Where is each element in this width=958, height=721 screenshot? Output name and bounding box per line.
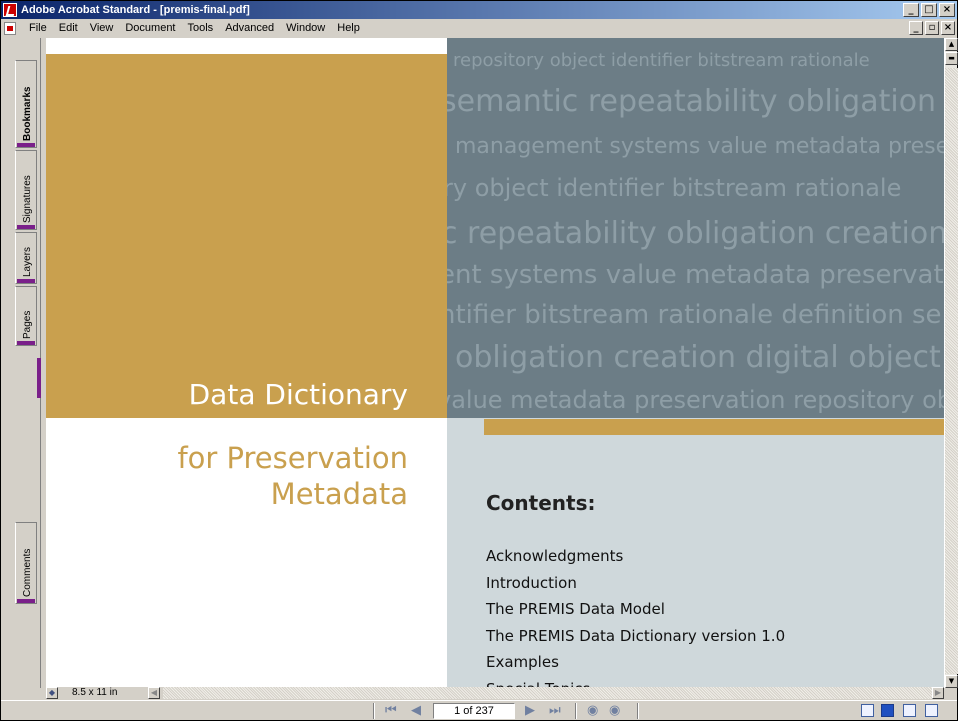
contents-list: Acknowledgments Introduction The PREMIS … bbox=[486, 543, 785, 688]
menu-file[interactable]: File bbox=[23, 19, 53, 38]
menu-tools[interactable]: Tools bbox=[182, 19, 220, 38]
minimize-button[interactable]: _ bbox=[903, 3, 919, 17]
continuous-view-icon[interactable] bbox=[881, 704, 894, 717]
tab-pages[interactable]: Pages bbox=[15, 286, 37, 346]
tab-indicator bbox=[17, 279, 35, 283]
tab-comments[interactable]: Comments bbox=[15, 522, 37, 604]
last-page-icon[interactable]: ⏭ bbox=[549, 704, 561, 718]
tab-bookmarks-label: Bookmarks bbox=[22, 86, 33, 141]
word-cloud-line: repository object identifier bitstream r… bbox=[453, 50, 870, 71]
menu-view[interactable]: View bbox=[84, 19, 120, 38]
previous-page-icon[interactable]: ◀ bbox=[411, 704, 421, 718]
facing-view-icon[interactable] bbox=[925, 704, 938, 717]
vertical-scrollbar[interactable]: ▲ ▬ ▼ bbox=[944, 38, 958, 688]
next-page-icon[interactable]: ▶ bbox=[525, 704, 535, 718]
scroll-down-icon[interactable]: ▼ bbox=[945, 675, 958, 688]
contents-item: The PREMIS Data Model bbox=[486, 600, 665, 618]
tab-signatures-label: Signatures bbox=[22, 175, 33, 223]
separator bbox=[575, 703, 577, 719]
scroll-left-icon[interactable]: ◀ bbox=[148, 687, 160, 699]
tab-indicator bbox=[17, 225, 35, 229]
document-icon[interactable] bbox=[4, 22, 16, 35]
tab-layers[interactable]: Layers bbox=[15, 232, 37, 284]
doc-minimize-button[interactable]: _ bbox=[909, 21, 923, 35]
menu-advanced[interactable]: Advanced bbox=[219, 19, 280, 38]
menu-document[interactable]: Document bbox=[119, 19, 181, 38]
contents-item: The PREMIS Data Dictionary version 1.0 bbox=[486, 626, 786, 645]
scroll-track[interactable] bbox=[945, 68, 958, 674]
tab-indicator bbox=[17, 599, 35, 603]
menu-bar: File Edit View Document Tools Advanced W… bbox=[1, 19, 957, 38]
title-bar: Adobe Acrobat Standard - [premis-final.p… bbox=[1, 1, 957, 19]
word-cloud-line: management systems value metadata preser… bbox=[455, 134, 944, 159]
word-cloud-line: c repeatability obligation creation bbox=[447, 216, 944, 251]
close-button[interactable]: × bbox=[939, 3, 955, 17]
first-page-icon[interactable]: ⏮ bbox=[385, 704, 397, 718]
next-view-icon[interactable]: ◉ bbox=[609, 704, 620, 718]
tab-indicator bbox=[17, 143, 35, 147]
panel-resize-handle[interactable] bbox=[37, 358, 41, 398]
contents-heading: Contents: bbox=[486, 491, 596, 515]
split-handle-icon[interactable]: ◆ bbox=[46, 687, 58, 699]
doc-restore-button[interactable]: ▫ bbox=[925, 21, 939, 35]
status-bar: ⏮ ◀ 1 of 237 ▶ ⏭ ◉ ◉ bbox=[1, 700, 957, 720]
hscroll-track[interactable] bbox=[163, 687, 932, 699]
contents-item: Examples bbox=[486, 653, 559, 671]
scroll-thumb[interactable]: ▬ bbox=[945, 52, 958, 65]
word-cloud-line: ntifier bitstream rationale definition s… bbox=[447, 300, 942, 330]
acrobat-app-icon[interactable] bbox=[3, 3, 17, 17]
page-size-label: 8.5 x 11 in bbox=[72, 687, 118, 698]
tab-comments-label: Comments bbox=[22, 548, 33, 597]
word-cloud-line: obligation creation digital object m bbox=[455, 340, 944, 375]
menu-help[interactable]: Help bbox=[331, 19, 366, 38]
acrobat-window: Adobe Acrobat Standard - [premis-final.p… bbox=[0, 0, 958, 721]
tab-indicator bbox=[17, 341, 35, 345]
word-cloud-line: ent systems value metadata preservation bbox=[447, 260, 944, 290]
horizontal-scrollbar[interactable]: ◆ 8.5 x 11 in ◀ ▶ bbox=[42, 687, 944, 699]
tab-signatures[interactable]: Signatures bbox=[15, 150, 37, 230]
cover-title-part2: Metadata bbox=[270, 477, 408, 511]
tab-bookmarks[interactable]: Bookmarks bbox=[15, 60, 37, 148]
tab-layers-label: Layers bbox=[22, 246, 33, 277]
window-title: Adobe Acrobat Standard - [premis-final.p… bbox=[21, 4, 250, 16]
cover-title-part1: for Preservation bbox=[177, 441, 408, 475]
cover-title-line1: Data Dictionary bbox=[188, 378, 408, 411]
word-cloud-line: value metadata preservation repository o… bbox=[447, 386, 944, 414]
doc-close-button[interactable]: × bbox=[941, 21, 955, 35]
tab-pages-label: Pages bbox=[22, 310, 33, 339]
contents-item: Acknowledgments bbox=[486, 547, 624, 565]
cover-ocre-block bbox=[46, 54, 447, 418]
page-number-field[interactable]: 1 of 237 bbox=[433, 703, 515, 719]
scroll-up-icon[interactable]: ▲ bbox=[945, 38, 958, 51]
continuous-facing-view-icon[interactable] bbox=[903, 704, 916, 717]
word-cloud-block: repository object identifier bitstream r… bbox=[447, 38, 944, 418]
menu-window[interactable]: Window bbox=[280, 19, 331, 38]
single-page-view-icon[interactable] bbox=[861, 704, 874, 717]
gold-accent-bar bbox=[484, 419, 944, 435]
scroll-right-icon[interactable]: ▶ bbox=[932, 687, 944, 699]
menu-edit[interactable]: Edit bbox=[53, 19, 84, 38]
navigation-panel: Bookmarks Signatures Layers Pages Commen… bbox=[1, 38, 41, 688]
document-view[interactable]: repository object identifier bitstream r… bbox=[42, 38, 944, 688]
maximize-button[interactable]: □ bbox=[921, 3, 937, 17]
cover-title-line2: for Preservation Metadata bbox=[46, 440, 408, 512]
contents-item: Introduction bbox=[486, 573, 577, 592]
word-cloud-line: ry object identifier bitstream rationale bbox=[447, 174, 902, 202]
pdf-page: repository object identifier bitstream r… bbox=[46, 38, 944, 688]
previous-view-icon[interactable]: ◉ bbox=[587, 704, 598, 718]
word-cloud-line: semantic repeatability obligation creati… bbox=[447, 84, 944, 119]
separator bbox=[637, 703, 639, 719]
separator bbox=[373, 703, 375, 719]
